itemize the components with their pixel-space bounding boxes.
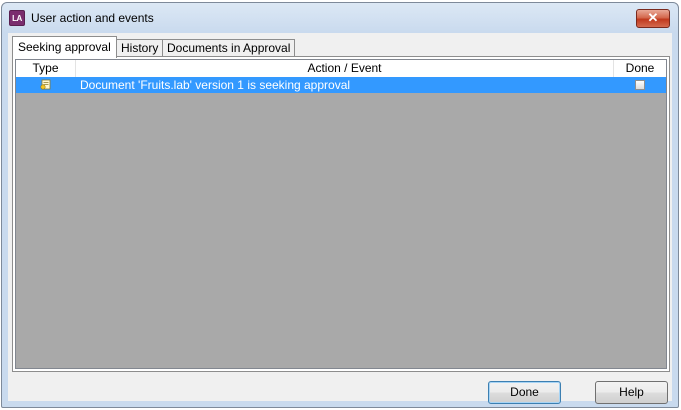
row-done-cell <box>614 77 666 93</box>
done-button[interactable]: Done <box>488 381 561 404</box>
help-button[interactable]: Help <box>595 381 668 404</box>
table-row[interactable]: Document 'Fruits.lab' version 1 is seeki… <box>16 77 666 93</box>
row-action-text: Document 'Fruits.lab' version 1 is seeki… <box>80 78 351 92</box>
column-header-action-event[interactable]: Action / Event <box>76 60 614 77</box>
list-header: Type Action / Event Done <box>16 60 666 78</box>
close-button[interactable]: ✕ <box>636 9 670 28</box>
title-bar[interactable]: LA User action and events ✕ <box>2 3 678 33</box>
window-title: User action and events <box>31 11 154 25</box>
tab-documents-in-approval[interactable]: Documents in Approval <box>162 39 296 57</box>
dialog-window: LA User action and events ✕ Seeking appr… <box>1 2 679 408</box>
tab-seeking-approval[interactable]: Seeking approval <box>12 36 117 58</box>
close-icon: ✕ <box>647 10 659 25</box>
app-icon: LA <box>9 10 25 26</box>
done-checkbox[interactable] <box>635 80 645 90</box>
dialog-client-area: Seeking approval History Documents in Ap… <box>8 33 672 404</box>
tab-panel-seeking-approval: Type Action / Event Done Document 'Fruit… <box>12 56 670 372</box>
column-header-type[interactable]: Type <box>16 60 76 77</box>
tab-history[interactable]: History <box>116 39 164 57</box>
row-type-cell <box>16 77 76 93</box>
column-header-done[interactable]: Done <box>614 60 666 77</box>
events-list[interactable]: Type Action / Event Done Document 'Fruit… <box>15 59 667 369</box>
document-approval-icon <box>40 79 51 90</box>
